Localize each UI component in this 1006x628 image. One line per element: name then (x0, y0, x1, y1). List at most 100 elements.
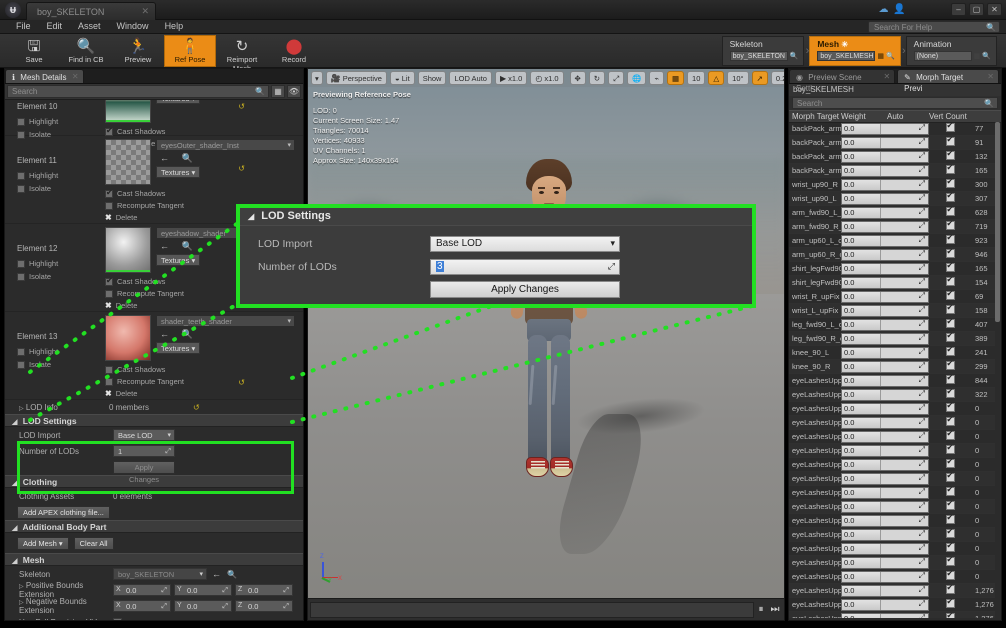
morph-target-row[interactable]: eyeLashesUpper0.0⤢0 (789, 570, 995, 584)
morph-auto-checkbox[interactable] (946, 585, 955, 594)
spinner-icon[interactable]: ⤢ (919, 165, 925, 175)
morph-weight-input[interactable]: 0.0⤢ (841, 165, 929, 177)
morph-target-row[interactable]: knee_90_R0.0⤢299 (789, 360, 995, 374)
morph-auto-checkbox[interactable] (946, 249, 955, 258)
morph-weight-input[interactable]: 0.0⤢ (841, 137, 929, 149)
morph-auto-checkbox[interactable] (946, 431, 955, 440)
morph-weight-input[interactable]: 0.0⤢ (841, 361, 929, 373)
move-tool-button[interactable]: ✥ (570, 71, 586, 85)
details-search-input[interactable]: Search 🔍 (7, 85, 269, 98)
morph-weight-input[interactable]: 0.0⤢ (841, 347, 929, 359)
cast-shadows-row[interactable]: Cast Shadows (105, 189, 295, 198)
lod-popup-apply-button[interactable]: Apply Changes (430, 281, 620, 298)
mode-skeleton[interactable]: Skeleton boy_SKELETON 🔍 › (722, 36, 805, 66)
cast-shadows-checkbox[interactable] (105, 128, 113, 136)
morph-auto-checkbox[interactable] (946, 445, 955, 454)
morph-target-row[interactable]: shirt_legFwd90_0.0⤢154 (789, 276, 995, 290)
clear-all-button[interactable]: Clear All (74, 537, 114, 550)
morph-auto-checkbox[interactable] (946, 347, 955, 356)
highlight-checkbox[interactable] (17, 348, 25, 356)
morph-auto-checkbox[interactable] (946, 557, 955, 566)
highlight-checkbox[interactable] (17, 260, 25, 268)
morph-target-row[interactable]: leg_fwd90_R_cba0.0⤢389 (789, 332, 995, 346)
spinner-icon[interactable]: ⤢ (919, 389, 925, 399)
preview-viewport[interactable]: Z X Y ▾ 🎥 Perspective ◒ Lit Show LOD Aut… (307, 68, 785, 621)
cast-shadows-checkbox[interactable] (105, 366, 113, 374)
view-options-button[interactable]: 👁 (287, 85, 301, 98)
spinner-icon[interactable]: ⤢ (919, 137, 925, 147)
morph-target-row[interactable]: leg_fwd90_L_cba0.0⤢407 (789, 318, 995, 332)
spinner-icon[interactable]: ⤢ (919, 347, 925, 357)
morph-target-row[interactable]: eyeLashesUpper0.0⤢0 (789, 556, 995, 570)
spinner-icon[interactable]: ⤢ (161, 585, 167, 596)
record-button[interactable]: ⬤ Record (268, 35, 320, 67)
close-icon[interactable]: ✕ (987, 71, 994, 82)
morph-target-row[interactable]: backPack_armU0.0⤢77 (789, 122, 995, 136)
menu-window[interactable]: Window (109, 20, 157, 33)
positive-bounds-y[interactable]: Y 0.0⤢ (174, 584, 232, 596)
textures-button[interactable]: Textures ▾ (156, 100, 200, 104)
material-combo[interactable]: shader_teeth_shader ▾ (156, 315, 295, 327)
spinner-icon[interactable]: ⤢ (919, 529, 925, 539)
menu-help[interactable]: Help (157, 20, 192, 33)
close-icon[interactable]: ✕ (141, 6, 149, 17)
morph-auto-checkbox[interactable] (946, 389, 955, 398)
morph-auto-checkbox[interactable] (946, 487, 955, 496)
morph-auto-checkbox[interactable] (946, 291, 955, 300)
show-menu-button[interactable]: Show (418, 71, 447, 85)
textures-button[interactable]: Textures ▾ (156, 342, 200, 354)
recompute-tangent-checkbox[interactable] (105, 378, 113, 386)
spinner-icon[interactable]: ⤢ (919, 613, 925, 619)
tab-preview-scene-settings[interactable]: ◉ Preview Scene Setti ✕ (789, 69, 895, 83)
close-icon[interactable]: ✕ (883, 71, 890, 82)
material-combo[interactable]: eyesOuter_shader_Inst ▾ (156, 139, 295, 151)
element-13-isolate-row[interactable]: Isolate (17, 360, 103, 369)
view-mode-button[interactable]: ◒ Lit (390, 71, 415, 85)
spinner-icon[interactable]: ⤢ (919, 515, 925, 525)
negative-bounds-y[interactable]: Y 0.0⤢ (174, 600, 232, 612)
morph-auto-checkbox[interactable] (946, 137, 955, 146)
details-body[interactable]: Element 10 Highlight Isolate ← 🔍 (5, 100, 303, 620)
rotation-snap-button[interactable]: △ (708, 71, 724, 85)
morph-weight-input[interactable]: 0.0⤢ (841, 571, 929, 583)
morph-auto-checkbox[interactable] (946, 459, 955, 468)
morph-weight-input[interactable]: 0.0⤢ (841, 613, 929, 619)
lod-menu-button[interactable]: LOD Auto (449, 71, 492, 85)
morph-weight-input[interactable]: 0.0⤢ (841, 221, 929, 233)
spinner-icon[interactable]: ⤢ (919, 571, 925, 581)
delete-row[interactable]: ✖ Delete (105, 389, 295, 398)
morph-target-row[interactable]: arm_up60_L_cb0.0⤢923 (789, 234, 995, 248)
morph-weight-input[interactable]: 0.0⤢ (841, 263, 929, 275)
morph-target-row[interactable]: eyeLashesUpper0.0⤢0 (789, 472, 995, 486)
spinner-icon[interactable]: ⤢ (608, 261, 615, 272)
morph-target-row[interactable]: backPack_armU0.0⤢91 (789, 136, 995, 150)
spinner-icon[interactable]: ⤢ (919, 333, 925, 343)
morph-target-row[interactable]: eyeLashesUpper0.0⤢0 (789, 430, 995, 444)
morph-target-row[interactable]: eyeLashesUpper0.0⤢0 (789, 486, 995, 500)
spinner-icon[interactable]: ⤢ (919, 473, 925, 483)
material-thumbnail[interactable] (105, 315, 151, 361)
spinner-icon[interactable]: ⤢ (919, 585, 925, 595)
morph-target-row[interactable]: eyeLashesUpper0.0⤢0 (789, 416, 995, 430)
morph-target-row[interactable]: eyeLashesUpper0.0⤢0 (789, 458, 995, 472)
highlight-checkbox[interactable] (17, 172, 25, 180)
morph-target-row[interactable]: wrist_up90_L0.0⤢307 (789, 192, 995, 206)
full-precision-uvs-checkbox[interactable] (113, 618, 122, 621)
morph-weight-input[interactable]: 0.0⤢ (841, 179, 929, 191)
animation-timeline[interactable]: ⏸ ⏭ (308, 598, 784, 620)
spinner-icon[interactable]: ⤢ (919, 403, 925, 413)
morph-auto-checkbox[interactable] (946, 151, 955, 160)
spinner-icon[interactable]: ⤢ (222, 585, 228, 596)
browse-icon[interactable]: 🔍 (982, 52, 991, 60)
morph-target-row[interactable]: eyeLashesUpper0.0⤢0 (789, 514, 995, 528)
find-in-cb-button[interactable]: 🔍 Find in CB (60, 35, 112, 67)
morph-target-row[interactable]: backPack_armF0.0⤢132 (789, 150, 995, 164)
morph-auto-checkbox[interactable] (946, 235, 955, 244)
minimize-button[interactable]: – (951, 3, 966, 16)
spinner-icon[interactable]: ⤢ (283, 601, 289, 612)
grid-snap-button[interactable]: ▦ (667, 71, 684, 85)
rotation-snap-value[interactable]: 10° (727, 71, 748, 85)
spinner-icon[interactable]: ⤢ (919, 501, 925, 511)
tab-mesh-details[interactable]: ℹ Mesh Details ✕ (5, 69, 84, 83)
morph-auto-checkbox[interactable] (946, 123, 955, 132)
